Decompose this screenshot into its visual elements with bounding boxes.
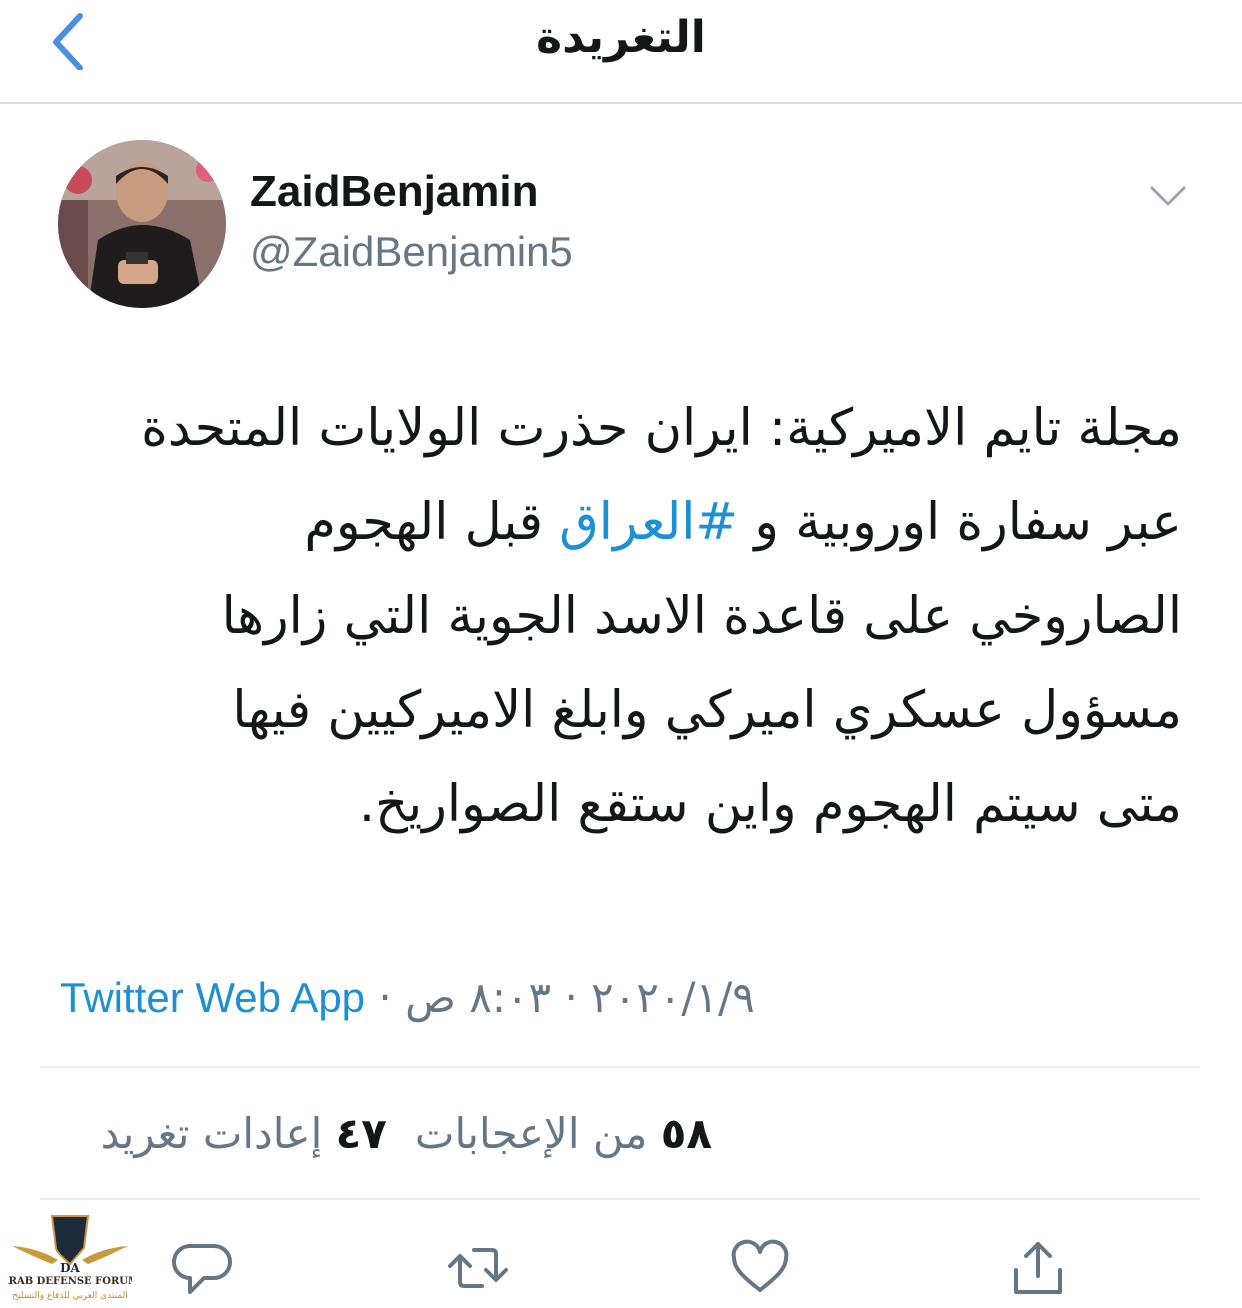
tweet-line: متى سيتم الهجوم واين ستقع الصواريخ. bbox=[358, 775, 1182, 834]
retweet-button[interactable] bbox=[446, 1236, 510, 1300]
tweet-line: عبر سفارة اوروبية و #العراق قبل الهجوم bbox=[60, 476, 1182, 570]
tweet-time: ٨:٠٣ ص bbox=[405, 973, 552, 1022]
like-icon bbox=[731, 1239, 789, 1292]
divider bbox=[40, 1198, 1200, 1200]
tweet-meta: Twitter Web App · ٢٠٢٠/١/٩ · ٨:٠٣ ص bbox=[60, 968, 755, 1028]
tweet-line: الصاروخي على قاعدة الاسد الجوية التي زار… bbox=[221, 587, 1182, 646]
retweets-stat[interactable]: ٤٧ إعادات تغريد bbox=[101, 1109, 387, 1158]
likes-stat[interactable]: ٥٨ من الإعجابات bbox=[415, 1109, 712, 1158]
retweets-label: إعادات تغريد bbox=[100, 1109, 323, 1158]
divider bbox=[40, 1066, 1200, 1068]
tweet-text-segment: قبل الهجوم bbox=[304, 493, 560, 552]
share-button[interactable] bbox=[1006, 1236, 1070, 1300]
like-button[interactable] bbox=[728, 1236, 792, 1300]
svg-text:ARAB DEFENSE FORUM: ARAB DEFENSE FORUM bbox=[8, 1276, 132, 1287]
reply-button[interactable] bbox=[170, 1236, 234, 1300]
tweet-line: مجلة تايم الاميركية: ايران حذرت الولايات… bbox=[141, 399, 1182, 458]
page-title: التغريدة bbox=[536, 12, 706, 63]
reply-icon bbox=[172, 1244, 232, 1294]
hashtag-link[interactable]: #العراق bbox=[559, 493, 738, 552]
svg-text:DA: DA bbox=[60, 1261, 80, 1275]
likes-count: ٥٨ bbox=[660, 1109, 712, 1158]
likes-label: من الإعجابات bbox=[414, 1109, 648, 1158]
tweet-source-link[interactable]: Twitter Web App bbox=[60, 974, 365, 1021]
tweet-date: ٢٠٢٠/١/٩ bbox=[591, 973, 755, 1022]
chevron-down-icon bbox=[1150, 186, 1186, 206]
tweet-line: مسؤول عسكري اميركي وابلغ الاميركيين فيها bbox=[232, 681, 1182, 740]
watermark-logo: DA ARAB DEFENSE FORUM المنتدى العربي للد… bbox=[0, 1208, 139, 1304]
retweet-icon bbox=[448, 1248, 508, 1288]
meta-separator: · bbox=[378, 973, 392, 1022]
meta-separator: · bbox=[564, 973, 578, 1022]
tweet-menu-button[interactable] bbox=[1146, 180, 1190, 214]
retweets-count: ٤٧ bbox=[335, 1109, 387, 1158]
author-display-name[interactable]: ZaidBenjamin bbox=[250, 164, 539, 220]
author-handle[interactable]: @ZaidBenjamin5 bbox=[250, 224, 573, 280]
avatar[interactable] bbox=[58, 140, 226, 308]
share-icon bbox=[1014, 1242, 1062, 1294]
svg-text:المنتدى العربي للدفاع والتسليح: المنتدى العربي للدفاع والتسليح bbox=[12, 1291, 127, 1301]
tweet-text: مجلة تايم الاميركية: ايران حذرت الولايات… bbox=[60, 382, 1182, 852]
tweet-text-segment: عبر سفارة اوروبية و bbox=[738, 493, 1182, 552]
tweet-stats: ٥٨ من الإعجابات ٤٧ إعادات تغريد bbox=[101, 1104, 712, 1164]
